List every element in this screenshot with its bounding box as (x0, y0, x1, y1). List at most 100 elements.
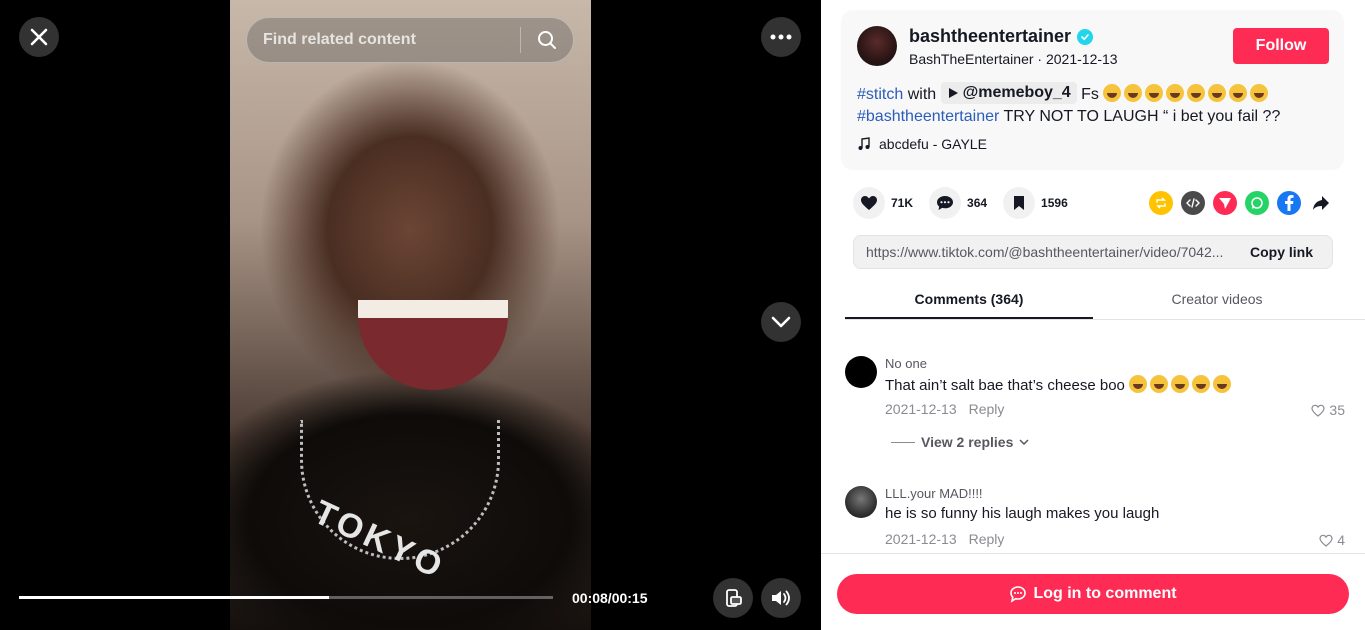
emoji-group (1103, 84, 1271, 103)
caption-with: with (907, 86, 937, 103)
video-caption: #stitch with @memeboy_4 Fs #bashtheenter… (857, 82, 1327, 128)
repost-icon[interactable] (1149, 191, 1173, 215)
laughing-emoji-icon (1124, 84, 1143, 102)
more-icon (770, 34, 792, 40)
save-button[interactable]: 1596 (1003, 187, 1068, 219)
commenter-name[interactable]: LLL.your MAD!!!! (885, 486, 983, 501)
author-username-row[interactable]: bashtheentertainer (909, 26, 1094, 47)
play-icon (948, 88, 958, 98)
post-date: 2021-12-13 (1045, 51, 1118, 67)
chevron-down-icon (771, 316, 791, 328)
comment-like-button[interactable]: 4 (1319, 532, 1345, 548)
search-icon[interactable] (521, 29, 573, 51)
laughing-emoji-icon (1150, 375, 1169, 393)
video-player[interactable]: TOKYO Find related content 00:08/00:15 (0, 0, 821, 630)
reply-button[interactable]: Reply (969, 531, 1005, 547)
comment-footer: Log in to comment (821, 553, 1365, 630)
music-title: abcdefu - GAYLE (879, 136, 987, 152)
commenter-avatar[interactable] (845, 356, 877, 388)
laughing-emoji-icon (1145, 84, 1164, 102)
comment-list: No one That ain’t salt bae that’s cheese… (821, 320, 1365, 554)
laughing-emoji-icon (1229, 84, 1248, 102)
laughing-emoji-icon (1129, 375, 1148, 393)
volume-icon (772, 590, 790, 606)
comment-count: 364 (967, 196, 988, 210)
laughing-emoji-icon (1208, 84, 1227, 102)
send-to-friends-icon[interactable] (1213, 191, 1237, 215)
like-count: 71K (891, 196, 914, 210)
author-display-name: BashTheEntertainer (909, 51, 1034, 67)
reply-button[interactable]: Reply (969, 401, 1005, 417)
close-button[interactable] (19, 17, 59, 57)
laughing-emoji-icon (1171, 375, 1190, 393)
hashtag-link[interactable]: #stitch (857, 86, 903, 103)
save-count: 1596 (1041, 196, 1068, 210)
comment-body: That ain’t salt bae that’s cheese boo (885, 377, 1125, 394)
video-time: 00:08/00:15 (572, 590, 648, 606)
heart-outline-icon (1311, 404, 1326, 417)
comment-meta: 2021-12-13 Reply (885, 531, 1004, 547)
author-separator: · (1033, 51, 1046, 67)
login-label: Log in to comment (1033, 585, 1177, 602)
comment-button[interactable]: 364 (929, 187, 987, 219)
stitch-user-chip[interactable]: @memeboy_4 (940, 82, 1077, 104)
emoji-group (1129, 375, 1234, 394)
device-rotate-icon (726, 589, 742, 607)
comment-meta: 2021-12-13 Reply (885, 401, 1004, 417)
follow-button[interactable]: Follow (1233, 28, 1329, 64)
volume-button[interactable] (761, 578, 801, 618)
search-placeholder: Find related content (263, 31, 416, 48)
laughing-emoji-icon (1213, 375, 1232, 393)
verified-icon (1077, 28, 1094, 45)
next-video-button[interactable] (761, 302, 801, 342)
author-avatar[interactable] (857, 26, 897, 66)
view-replies-button[interactable]: View 2 replies (891, 434, 1029, 450)
laughing-emoji-icon (1187, 84, 1206, 102)
music-note-icon (858, 137, 870, 150)
laughing-emoji-icon (1250, 84, 1269, 102)
details-panel: bashtheentertainer BashTheEntertainer · … (821, 0, 1365, 630)
heart-outline-icon (1319, 534, 1333, 547)
copy-link-button[interactable]: Copy link (1250, 244, 1313, 260)
more-options-button[interactable] (761, 17, 801, 57)
whatsapp-icon[interactable] (1245, 191, 1269, 215)
hashtag-link[interactable]: #bashtheentertainer (857, 108, 999, 125)
comment-bubble-icon (1010, 586, 1027, 603)
replies-divider (891, 441, 915, 443)
comment-body: he is so funny his laugh makes you laugh (885, 505, 1160, 522)
music-link[interactable]: abcdefu - GAYLE (857, 136, 987, 152)
close-icon (30, 28, 48, 46)
comment-like-count: 4 (1337, 532, 1345, 548)
search-input[interactable]: Find related content (246, 17, 574, 63)
mouth-shape (358, 300, 508, 390)
video-link-box[interactable]: https://www.tiktok.com/@bashtheentertain… (853, 235, 1333, 269)
facebook-icon[interactable] (1277, 191, 1301, 215)
video-progress-bar[interactable] (19, 596, 553, 599)
author-subline: BashTheEntertainer · 2021-12-13 (909, 51, 1118, 67)
author-username[interactable]: bashtheentertainer (909, 26, 1071, 47)
comment-text: That ain’t salt bae that’s cheese boo (885, 375, 1234, 394)
chevron-down-icon (1019, 439, 1029, 445)
commenter-name[interactable]: No one (885, 356, 927, 371)
embed-icon[interactable] (1181, 191, 1205, 215)
tab-comments[interactable]: Comments (364) (845, 280, 1093, 319)
stitch-user: @memeboy_4 (962, 84, 1071, 101)
commenter-avatar[interactable] (845, 486, 877, 518)
panel-tabs: Comments (364) Creator videos (845, 280, 1365, 320)
video-link-url[interactable]: https://www.tiktok.com/@bashtheentertain… (866, 244, 1232, 260)
laughing-emoji-icon (1103, 84, 1122, 102)
tab-creator-videos[interactable]: Creator videos (1093, 280, 1341, 319)
comment-like-button[interactable]: 35 (1311, 402, 1345, 418)
comment-text: he is so funny his laugh makes you laugh (885, 505, 1159, 522)
heart-icon (853, 187, 885, 219)
video-frame[interactable]: TOKYO (230, 0, 591, 630)
like-button[interactable]: 71K (853, 187, 913, 219)
laughing-emoji-icon (1166, 84, 1185, 102)
share-arrow-icon[interactable] (1309, 191, 1333, 215)
comment-date: 2021-12-13 (885, 531, 957, 547)
bookmark-icon (1003, 187, 1036, 219)
engagement-bar: 71K 364 1596 (853, 187, 1084, 219)
comment-icon (929, 187, 962, 219)
rotate-button[interactable] (713, 578, 753, 618)
login-to-comment-button[interactable]: Log in to comment (837, 574, 1349, 614)
